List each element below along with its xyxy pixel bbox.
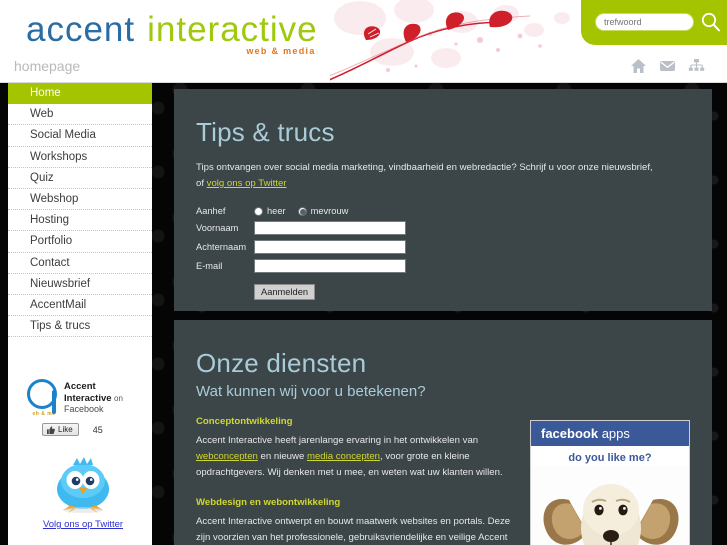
accent-a-icon	[27, 379, 57, 414]
field-row-voornaam: Voornaam	[196, 221, 690, 235]
sidebar-item-hosting[interactable]: Hosting	[8, 210, 152, 232]
sidebar-item-contact[interactable]: Contact	[8, 253, 152, 274]
radio-mevrouw[interactable]: mevrouw	[297, 206, 349, 216]
twitter-follow-link[interactable]: Volg ons op Twitter	[43, 519, 123, 530]
facebook-apps-brand: facebook	[541, 426, 599, 441]
media-concepten-link[interactable]: media concepten	[307, 451, 380, 462]
search-icon	[701, 12, 720, 32]
section-heading-concept: Conceptontwikkeling	[196, 416, 293, 427]
concept-text-1: Accent Interactive heeft jarenlange erva…	[196, 435, 479, 446]
salutation-label: Aanhef	[196, 206, 226, 216]
email-input[interactable]	[254, 259, 406, 273]
search-bar	[581, 0, 727, 45]
sidebar-item-accentmail[interactable]: AccentMail	[8, 295, 152, 317]
sidebar-item-web[interactable]: Web	[8, 104, 152, 126]
facebook-like-button[interactable]: Like	[42, 423, 79, 436]
twitter-bird-icon[interactable]	[47, 455, 119, 513]
logo-interactive-text: interactive	[147, 10, 318, 49]
site-header: accent interactive web & media homepage	[0, 0, 727, 83]
webdesign-text-1: Accent Interactive ontwerpt en bouwt maa…	[196, 516, 511, 543]
facebook-apps-promo[interactable]: facebook apps do you like me?	[530, 420, 690, 545]
tips-intro-line1: Tips ontvangen over social media marketi…	[196, 162, 653, 173]
header-icon-group	[630, 58, 705, 74]
sidebar-item-quiz[interactable]: Quiz	[8, 168, 152, 189]
main-content: Tips & trucs Tips ontvangen over social …	[174, 89, 712, 545]
accent-brand-mark: eh & me	[24, 379, 64, 417]
facebook-like-widget: eh & me Accent Interactive on Facebook L…	[24, 379, 142, 436]
section-text-concept: Accent Interactive heeft jarenlange erva…	[196, 433, 518, 481]
breadcrumb: homepage	[14, 58, 81, 74]
email-label: E-mail	[196, 261, 223, 271]
home-icon[interactable]	[630, 58, 647, 74]
twitter-widget: Volg ons op Twitter	[24, 455, 142, 532]
facebook-like-label: Like	[58, 425, 73, 434]
page-root: accent interactive web & media homepage	[0, 0, 727, 545]
site-logo[interactable]: accent interactive web & media	[26, 10, 318, 56]
achternaam-label: Achternaam	[196, 242, 247, 252]
sidebar: Home Web Social Media Workshops Quiz Web…	[8, 83, 152, 545]
floral-decoration	[330, 0, 570, 81]
section-heading-webdesign: Webdesign en webontwikkeling	[196, 497, 341, 508]
sidebar-item-home[interactable]: Home	[8, 83, 152, 105]
tips-intro-of: of	[196, 178, 207, 189]
facebook-title-line2: Interactive	[64, 392, 112, 404]
sidebar-item-webshop[interactable]: Webshop	[8, 189, 152, 211]
voornaam-label: Voornaam	[196, 223, 239, 233]
newsletter-signup-form: Aanhef heer mevrouw Voornaam Achternaam …	[196, 206, 690, 300]
search-button[interactable]	[700, 10, 722, 34]
field-row-email: E-mail	[196, 259, 690, 273]
aanmelden-button[interactable]: Aanmelden	[254, 284, 316, 300]
facebook-apps-tagline: do you like me?	[568, 452, 652, 464]
tips-intro-text: Tips ontvangen over social media marketi…	[196, 160, 690, 192]
diensten-subtitle: Wat kunnen wij voor u betekenen?	[196, 383, 426, 400]
webconcepten-link[interactable]: webconcepten	[196, 451, 258, 462]
logo-tagline: web & media	[246, 46, 316, 56]
salutation-row: Aanhef heer mevrouw	[196, 206, 690, 216]
facebook-on-word: on	[114, 393, 123, 403]
diensten-title: Onze diensten	[196, 348, 367, 378]
sidebar-item-portfolio[interactable]: Portfolio	[8, 231, 152, 253]
radio-mevrouw-label: mevrouw	[310, 206, 349, 216]
sidebar-item-workshops[interactable]: Workshops	[8, 147, 152, 168]
facebook-apps-suffix: apps	[598, 426, 630, 441]
facebook-apps-bar: facebook apps	[531, 421, 689, 446]
facebook-network-name: Facebook	[64, 404, 104, 414]
radio-heer-label: heer	[267, 206, 286, 216]
sidebar-item-social-media[interactable]: Social Media	[8, 125, 152, 147]
sidebar-item-tips-trucs[interactable]: Tips & trucs	[8, 316, 152, 338]
logo-accent-text: accent	[26, 10, 136, 49]
achternaam-input[interactable]	[254, 240, 406, 254]
section-text-webdesign: Accent Interactive ontwerpt en bouwt maa…	[196, 514, 518, 545]
facebook-like-count: 45	[92, 424, 103, 435]
diensten-panel: Onze diensten Wat kunnen wij voor u bete…	[174, 320, 712, 545]
concept-text-2: en nieuwe	[257, 451, 307, 462]
twitter-inline-link[interactable]: volg ons op Twitter	[207, 178, 287, 189]
voornaam-input[interactable]	[254, 221, 406, 235]
mail-icon[interactable]	[659, 58, 676, 74]
search-input[interactable]	[595, 13, 694, 31]
radio-heer-dot[interactable]	[254, 206, 263, 216]
tips-panel: Tips & trucs Tips ontvangen over social …	[174, 89, 712, 311]
page-title: Tips & trucs	[196, 117, 335, 147]
field-row-achternaam: Achternaam	[196, 240, 690, 254]
dog-photo	[531, 466, 689, 545]
facebook-title-line1: Accent	[64, 381, 96, 392]
sidebar-item-nieuwsbrief[interactable]: Nieuwsbrief	[8, 274, 152, 295]
brand-mark-subtext: eh & me	[32, 411, 56, 417]
thumbs-up-icon	[47, 425, 55, 434]
radio-mevrouw-dot[interactable]	[297, 206, 307, 216]
radio-heer[interactable]: heer	[254, 206, 286, 216]
sitemap-icon[interactable]	[688, 58, 705, 74]
